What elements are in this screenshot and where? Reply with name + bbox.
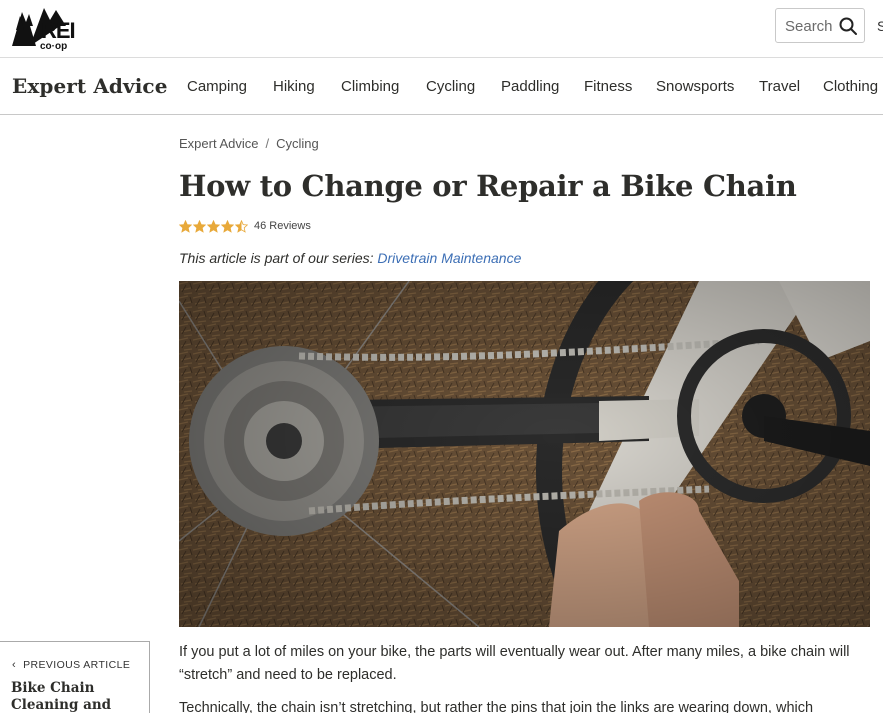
star-rating (179, 219, 248, 233)
header-link-cut[interactable]: S (877, 18, 883, 34)
star-icon (179, 219, 192, 233)
nav-item-snowsports[interactable]: Snowsports (656, 78, 734, 95)
previous-article-text: PREVIOUS ARTICLE (23, 659, 131, 671)
star-icon (207, 219, 220, 233)
breadcrumb-cycling[interactable]: Cycling (276, 136, 319, 151)
search-box[interactable] (775, 8, 865, 43)
hero-image (179, 281, 870, 627)
previous-article-label: ‹ PREVIOUS ARTICLE (12, 659, 130, 671)
rei-logo[interactable]: REI co·op (10, 2, 94, 52)
reviews-count[interactable]: 46 Reviews (254, 220, 311, 232)
series-link[interactable]: Drivetrain Maintenance (377, 250, 521, 266)
breadcrumb-expert-advice[interactable]: Expert Advice (179, 136, 259, 151)
series-prefix: This article is part of our series: (179, 250, 378, 266)
nav-item-climbing[interactable]: Climbing (341, 78, 399, 95)
nav-item-hiking[interactable]: Hiking (273, 78, 315, 95)
article-paragraph: Technically, the chain isn’t stretching,… (179, 700, 814, 713)
rating[interactable]: 46 Reviews (179, 218, 311, 234)
star-icon (235, 219, 248, 233)
star-icon (221, 219, 234, 233)
star-icon (193, 219, 206, 233)
nav-item-paddling[interactable]: Paddling (501, 78, 559, 95)
nav-item-fitness[interactable]: Fitness (584, 78, 632, 95)
previous-article-card[interactable]: ‹ PREVIOUS ARTICLE Bike Chain Cleaning an… (0, 641, 150, 713)
section-nav: Expert Advice Camping Hiking Climbing Cy… (0, 58, 883, 115)
series-note: This article is part of our series: Driv… (179, 250, 521, 266)
search-input[interactable] (785, 17, 841, 35)
breadcrumb-separator: / (265, 136, 270, 151)
search-icon[interactable] (838, 16, 858, 36)
page-title: How to Change or Repair a Bike Chain (179, 169, 797, 203)
previous-article-title[interactable]: Bike Chain Cleaning and (11, 680, 146, 713)
expert-advice-brand[interactable]: Expert Advice (12, 74, 168, 98)
breadcrumb: Expert Advice / Cycling (179, 136, 319, 151)
nav-item-cycling[interactable]: Cycling (426, 78, 475, 95)
svg-text:co·op: co·op (40, 41, 67, 52)
svg-text:REI: REI (41, 18, 75, 43)
nav-item-camping[interactable]: Camping (187, 78, 247, 95)
chevron-left-icon: ‹ (12, 659, 17, 671)
article-paragraph: If you put a lot of miles on your bike, … (179, 644, 850, 683)
nav-item-clothing[interactable]: Clothing (823, 78, 878, 95)
nav-item-travel[interactable]: Travel (759, 78, 800, 95)
top-bar: REI co·op S (0, 0, 883, 58)
